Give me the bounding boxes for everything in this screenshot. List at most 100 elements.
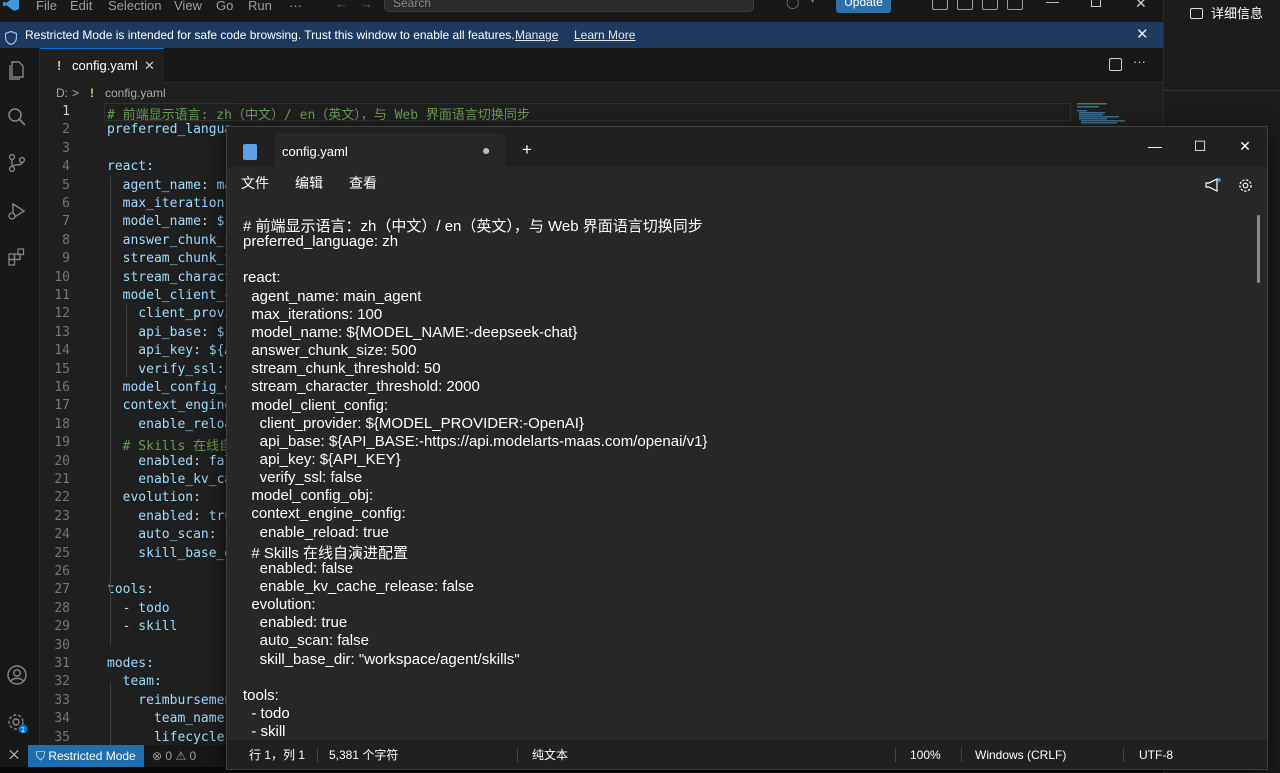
- toggle-panel-icon[interactable]: [982, 0, 998, 10]
- notepad-text-line[interactable]: answer_chunk_size: 500: [243, 342, 416, 359]
- account-icon[interactable]: [6, 664, 28, 686]
- code-line[interactable]: model_name: ${: [107, 214, 233, 229]
- menu-edit[interactable]: Edit: [70, 0, 92, 14]
- notepad-text-line[interactable]: - todo: [243, 705, 289, 722]
- notepad-text-line[interactable]: context_engine_config:: [243, 505, 405, 522]
- notepad-text-line[interactable]: auto_scan: false: [243, 632, 369, 649]
- zoom-level[interactable]: 100%: [910, 740, 941, 770]
- problems-indicator[interactable]: ⊗ 0 ⚠ 0: [152, 745, 196, 767]
- cursor-position[interactable]: 行 1，列 1: [249, 740, 305, 770]
- code-line[interactable]: auto_scan: f: [107, 527, 232, 542]
- command-center-search[interactable]: Search: [384, 0, 754, 12]
- update-button[interactable]: Update: [836, 0, 891, 13]
- menu-file[interactable]: 文件: [241, 167, 269, 199]
- new-tab-button[interactable]: +: [522, 140, 532, 160]
- settings-gear-icon[interactable]: [1238, 168, 1253, 200]
- code-line[interactable]: stream_charact: [107, 270, 233, 285]
- extensions-icon[interactable]: [6, 246, 28, 268]
- menu-go[interactable]: Go: [216, 0, 233, 14]
- learn-more-link[interactable]: Learn More: [574, 22, 635, 48]
- notepad-scrollbar-thumb[interactable]: [1257, 215, 1260, 283]
- manage-link[interactable]: Manage: [515, 22, 558, 48]
- customize-layout-icon[interactable]: [932, 0, 948, 10]
- menu-more[interactable]: ···: [289, 0, 302, 14]
- code-line[interactable]: model_config_o: [107, 380, 233, 395]
- notepad-text-line[interactable]: - skill: [243, 723, 285, 739]
- code-line[interactable]: - todo: [107, 601, 170, 616]
- forward-arrow-icon[interactable]: →: [360, 0, 373, 11]
- code-line[interactable]: - skill: [107, 619, 178, 634]
- back-arrow-icon[interactable]: ←: [335, 0, 348, 11]
- notepad-text-line[interactable]: stream_chunk_threshold: 50: [243, 360, 440, 377]
- search-icon[interactable]: [6, 106, 28, 128]
- restricted-mode-badge[interactable]: ⛉ Restricted Mode: [28, 745, 144, 767]
- close-window-icon[interactable]: ✕: [1135, 0, 1147, 12]
- code-line[interactable]: context_engine: [107, 398, 233, 413]
- code-line[interactable]: enable_kv_ca: [107, 472, 232, 487]
- code-line[interactable]: tools:: [107, 582, 154, 597]
- notepad-text-line[interactable]: enable_kv_cache_release: false: [243, 578, 474, 595]
- code-line[interactable]: team_name:: [107, 711, 232, 726]
- breadcrumb-file[interactable]: config.yaml: [105, 83, 166, 103]
- megaphone-icon[interactable]: [1205, 168, 1221, 200]
- file-type[interactable]: 纯文本: [532, 740, 568, 770]
- notepad-text-line[interactable]: skill_base_dir: "workspace/agent/skills": [243, 651, 520, 668]
- notepad-text-line[interactable]: api_key: ${API_KEY}: [243, 451, 401, 468]
- code-line[interactable]: lifecycle:: [107, 730, 232, 745]
- maximize-icon[interactable]: [1091, 0, 1101, 7]
- minimize-icon[interactable]: —: [1046, 0, 1059, 9]
- code-line[interactable]: model_client_c: [107, 288, 233, 303]
- notepad-text-line[interactable]: agent_name: main_agent: [243, 288, 421, 305]
- notepad-text-line[interactable]: model_name: ${MODEL_NAME:-deepseek-chat}: [243, 324, 577, 341]
- maximize-icon[interactable]: ☐: [1177, 133, 1223, 159]
- code-line[interactable]: team:: [107, 674, 162, 689]
- code-line[interactable]: enable_reloa: [107, 417, 232, 432]
- notepad-text-line[interactable]: model_config_obj:: [243, 487, 373, 504]
- notepad-text-line[interactable]: verify_ssl: false: [243, 469, 363, 486]
- notepad-text-line[interactable]: stream_character_threshold: 2000: [243, 378, 479, 395]
- code-line[interactable]: preferred_langua: [107, 122, 232, 137]
- notepad-text-line[interactable]: enabled: false: [243, 560, 353, 577]
- code-line[interactable]: max_iteration: [107, 196, 225, 211]
- minimize-icon[interactable]: —: [1132, 133, 1178, 159]
- notepad-text-line[interactable]: client_provider: ${MODEL_PROVIDER:-OpenA…: [243, 415, 584, 432]
- breadcrumb-drive[interactable]: D:: [56, 83, 68, 103]
- menu-selection[interactable]: Selection: [108, 0, 161, 14]
- unsaved-dot-icon[interactable]: ●: [482, 142, 490, 158]
- code-line[interactable]: # Skills 在线自: [107, 435, 232, 454]
- tab-config-yaml[interactable]: ! config.yaml ✕: [40, 48, 164, 83]
- code-line[interactable]: # 前端显示语言: zh（中文）/ en（英文），与 Web 界面语言切换同步: [107, 104, 530, 123]
- menu-file[interactable]: File: [36, 0, 57, 14]
- source-control-icon[interactable]: [6, 152, 28, 174]
- close-window-icon[interactable]: ✕: [1222, 133, 1268, 159]
- notepad-text-line[interactable]: model_client_config:: [243, 397, 388, 414]
- close-banner-icon[interactable]: ✕: [1136, 22, 1149, 48]
- code-line[interactable]: answer_chunk_s: [107, 233, 233, 248]
- minimap[interactable]: [1077, 103, 1137, 127]
- notepad-text-area[interactable]: # 前端显示语言：zh（中文）/ en（英文），与 Web 界面语言切换同步 pr…: [227, 201, 1267, 739]
- code-line[interactable]: evolution:: [107, 490, 201, 505]
- toggle-secondary-sidebar-icon[interactable]: [1007, 0, 1023, 10]
- chevron-down-icon[interactable]: ▾: [810, 0, 815, 6]
- code-line[interactable]: enabled: fal: [107, 454, 232, 469]
- code-line[interactable]: agent_name: ma: [107, 178, 233, 193]
- code-line[interactable]: react:: [107, 159, 154, 174]
- details-pane-icon[interactable]: [1190, 8, 1203, 19]
- code-line[interactable]: stream_chunk_t: [107, 251, 233, 266]
- menu-run[interactable]: Run: [248, 0, 272, 14]
- notepad-text-line[interactable]: react:: [243, 269, 281, 286]
- notepad-text-line[interactable]: evolution:: [243, 596, 315, 613]
- notepad-text-line[interactable]: enable_reload: true: [243, 524, 389, 541]
- settings-gear-icon[interactable]: 1: [6, 712, 28, 734]
- menu-view[interactable]: View: [174, 0, 202, 14]
- notepad-text-line[interactable]: max_iterations: 100: [243, 306, 382, 323]
- details-label[interactable]: 详细信息: [1211, 4, 1263, 24]
- explorer-icon[interactable]: [6, 59, 28, 81]
- menu-edit[interactable]: 编辑: [295, 167, 323, 199]
- notepad-text-line[interactable]: enabled: true: [243, 614, 348, 631]
- run-debug-icon[interactable]: [6, 200, 28, 222]
- copilot-icon[interactable]: ◯: [786, 0, 799, 9]
- code-line[interactable]: skill_base_d: [107, 546, 232, 561]
- code-line[interactable]: enabled: tru: [107, 509, 232, 524]
- close-tab-icon[interactable]: ✕: [144, 49, 155, 83]
